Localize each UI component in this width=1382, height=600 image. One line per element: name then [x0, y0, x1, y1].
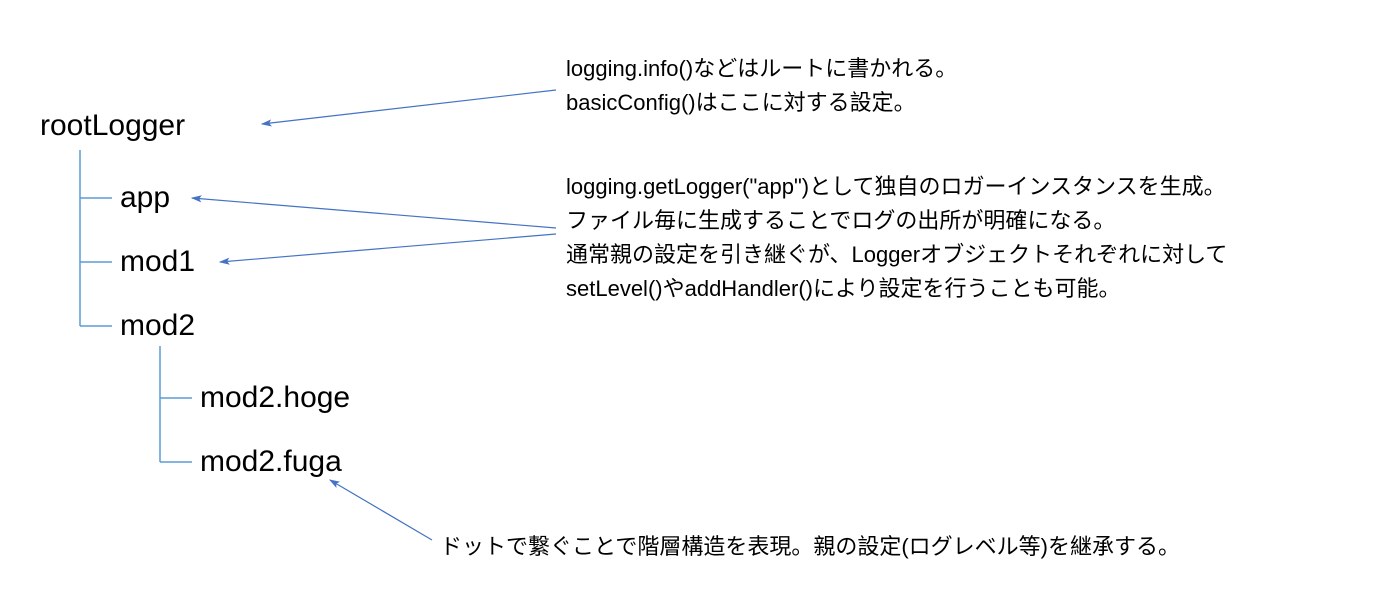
annotation-root: logging.info()などはルートに書かれる。 basicConfig()…: [566, 52, 957, 120]
arrow-to-mod2-fuga: [330, 480, 432, 540]
node-mod2-fuga: mod2.fuga: [200, 444, 342, 480]
annotation-root-line1: logging.info()などはルートに書かれる。: [566, 52, 957, 86]
arrow-to-root: [262, 90, 556, 124]
node-root: rootLogger: [40, 108, 185, 144]
annotation-dot-line1: ドットで繋ぐことで階層構造を表現。親の設定(ログレベル等)を継承する。: [440, 530, 1180, 564]
tree-connectors-level2: [160, 346, 192, 462]
annotation-dot: ドットで繋ぐことで階層構造を表現。親の設定(ログレベル等)を継承する。: [440, 530, 1180, 564]
node-mod2: mod2: [120, 308, 195, 344]
node-mod1: mod1: [120, 244, 195, 280]
node-app: app: [120, 180, 170, 216]
annotation-getlogger-line4: setLevel()やaddHandler()により設定を行うことも可能。: [566, 272, 1227, 306]
tree-connectors-level1: [80, 150, 112, 326]
annotation-getlogger-line2: ファイル毎に生成することでログの出所が明確になる。: [566, 204, 1227, 238]
annotation-getlogger-line3: 通常親の設定を引き継ぐが、Loggerオブジェクトそれぞれに対して: [566, 238, 1227, 272]
annotation-root-line2: basicConfig()はここに対する設定。: [566, 86, 957, 120]
arrow-to-mod1: [220, 234, 556, 262]
annotation-getlogger: logging.getLogger("app")として独自のロガーインスタンスを…: [566, 170, 1227, 306]
node-mod2-hoge: mod2.hoge: [200, 380, 350, 416]
annotation-getlogger-line1: logging.getLogger("app")として独自のロガーインスタンスを…: [566, 170, 1227, 204]
arrow-to-app: [192, 198, 556, 228]
